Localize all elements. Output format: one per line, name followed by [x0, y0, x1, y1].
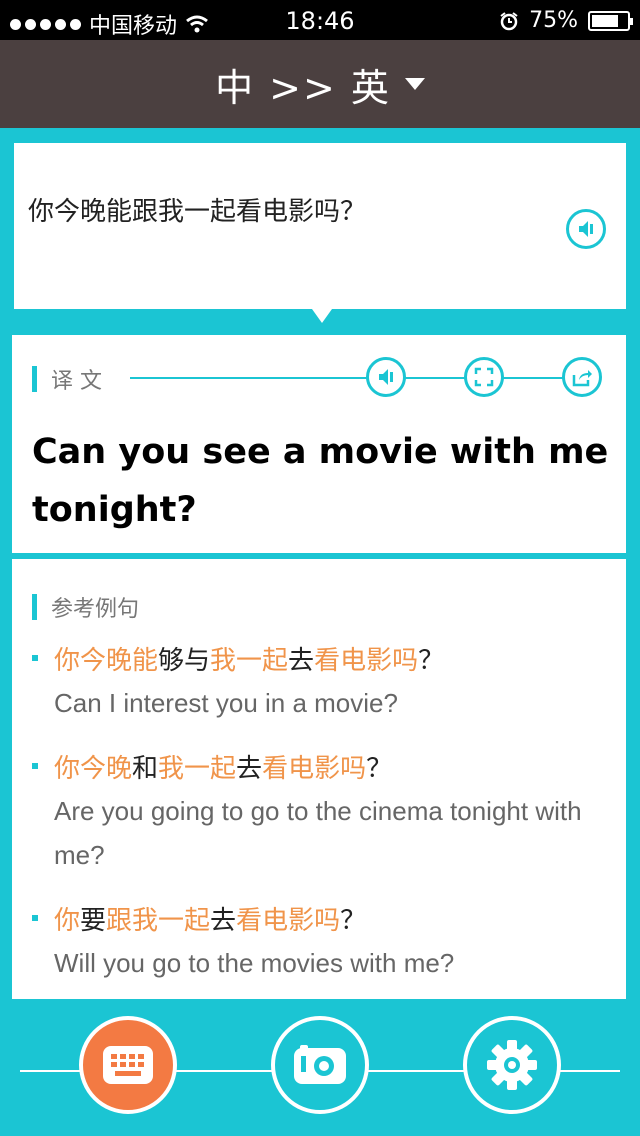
bullet-marker [32, 915, 38, 921]
alarm-clock-icon [500, 11, 518, 30]
example-fragment: ？ [340, 906, 367, 936]
card-separator [12, 553, 626, 556]
camera-input-button[interactable] [271, 1016, 369, 1114]
example-item[interactable]: 你今晚和我一起去看电影吗？ Are you going to go to the… [32, 749, 612, 877]
example-fragment: 你今晚 [54, 754, 133, 784]
settings-button[interactable] [463, 1016, 561, 1114]
battery-icon [588, 10, 633, 31]
example-english: Will you go to the movies with me? [54, 948, 455, 978]
example-fragment: 去 [288, 646, 315, 676]
example-sentences-card: 参考例句 你今晚能够与我一起去看电影吗？ Can I interest you … [12, 559, 626, 999]
bottom-toolbar [0, 1000, 640, 1136]
example-fragment: ？ [418, 646, 445, 676]
keyboard-icon [103, 1046, 153, 1084]
speaker-icon [579, 221, 593, 237]
example-fragment: 我一起 [158, 754, 237, 784]
share-button[interactable] [562, 357, 602, 397]
example-chinese: 你今晚和我一起去看电影吗？ [54, 749, 612, 789]
fullscreen-button[interactable] [464, 357, 504, 397]
examples-section-header: 参考例句 [32, 591, 139, 623]
settings-gear-icon [487, 1040, 537, 1090]
bullet-marker [32, 763, 38, 769]
bullet-marker [32, 655, 38, 661]
example-english: Can I interest you in a movie? [54, 688, 398, 718]
example-fragment: 你 [54, 906, 81, 936]
source-speak-button[interactable] [566, 209, 606, 249]
translation-result-card: 译 文 Can you see a movie with me tonight? [12, 335, 626, 553]
example-fragment: 和 [132, 754, 159, 784]
result-label: 译 文 [51, 369, 102, 394]
result-speak-button[interactable] [366, 357, 406, 397]
example-fragment: 我一起 [210, 646, 289, 676]
battery-percent: 75% [529, 8, 578, 33]
expand-icon [474, 367, 494, 387]
example-fragment: 看电影吗 [262, 754, 367, 784]
example-item[interactable]: 你今晚能够与我一起去看电影吗？ Can I interest you in a … [32, 641, 612, 725]
speaker-icon [379, 369, 393, 385]
section-marker [32, 594, 37, 620]
example-fragment: 看电影吗 [236, 906, 341, 936]
camera-icon [294, 1045, 346, 1084]
status-bar: 中国移动 18:46 75% [0, 0, 640, 40]
status-right: 75% [499, 8, 633, 33]
example-fragment: 去 [236, 754, 263, 784]
example-chinese: 你要跟我一起去看电影吗？ [54, 901, 612, 941]
example-chinese: 你今晚能够与我一起去看电影吗？ [54, 641, 612, 681]
example-fragment: 去 [210, 906, 237, 936]
translation-text: Can you see a movie with me tonight? [32, 432, 609, 530]
source-text[interactable]: 你今晚能跟我一起看电影吗？ [28, 191, 366, 228]
chevron-down-icon [404, 78, 425, 90]
example-item[interactable]: 你要跟我一起去看电影吗？ Will you go to the movies w… [32, 901, 612, 985]
example-fragment: 看电影吗 [314, 646, 419, 676]
share-icon [572, 370, 592, 387]
example-fragment: 跟我一起 [106, 906, 211, 936]
source-text-card[interactable]: 你今晚能跟我一起看电影吗？ [14, 143, 626, 323]
nav-bar: 中 >> 英 [0, 40, 640, 128]
result-divider-line [130, 377, 600, 379]
example-fragment: 要 [80, 906, 107, 936]
keyboard-input-button[interactable] [79, 1016, 177, 1114]
examples-label: 参考例句 [51, 597, 140, 622]
section-marker [32, 366, 37, 392]
example-english: Are you going to go to the cinema tonigh… [54, 796, 582, 870]
example-fragment: 够与 [158, 646, 211, 676]
battery-fill [592, 14, 618, 27]
language-direction-label: 中 >> 英 [215, 65, 391, 110]
result-section-header: 译 文 [32, 363, 102, 395]
example-fragment: ？ [366, 754, 393, 784]
card-pointer [312, 309, 332, 323]
example-fragment: 你今晚能 [54, 646, 159, 676]
language-direction-selector[interactable]: 中 >> 英 [215, 57, 425, 112]
